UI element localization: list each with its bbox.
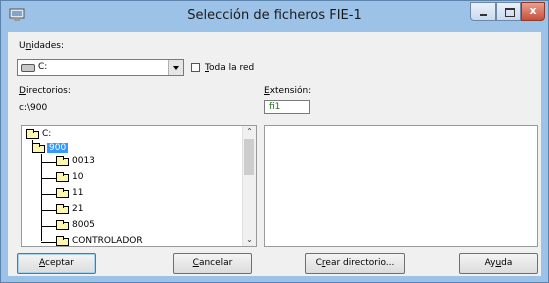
tree-item-folder[interactable]: 0013 [56, 155, 176, 169]
folder-icon [56, 172, 69, 182]
help-button[interactable]: Ayuda [459, 253, 538, 274]
tree-item-selected[interactable]: 900 [32, 142, 152, 156]
tree-item-folder[interactable]: 11 [56, 187, 176, 201]
file-list[interactable] [264, 125, 538, 247]
tree-item-folder[interactable]: 10 [56, 171, 176, 185]
folder-icon [56, 220, 69, 230]
directory-tree[interactable]: C: 900 0013 10 11 21 8005 CONTROLADOR ⌃ … [21, 125, 257, 247]
tree-item-folder[interactable]: 8005 [56, 219, 176, 233]
drive-select[interactable]: C: [17, 59, 184, 76]
folder-icon [26, 129, 39, 139]
folder-icon [56, 204, 69, 214]
tree-item-folder[interactable]: CONTROLADOR [56, 235, 216, 246]
dialog-body: Unidades: C: Toda la red Directorios: c:… [8, 32, 541, 276]
scroll-down-icon[interactable]: ⌄ [243, 234, 256, 246]
folder-icon [56, 188, 69, 198]
window-title: Selección de ficheros FIE-1 [187, 8, 362, 23]
drive-icon [21, 64, 35, 72]
close-icon: x [529, 4, 537, 17]
drives-label: Unidades: [19, 41, 65, 51]
cancel-button[interactable]: Cancelar [173, 253, 252, 274]
dialog-window: Selección de ficheros FIE-1 x Unidades: … [0, 0, 549, 283]
title-bar[interactable]: Selección de ficheros FIE-1 x [1, 1, 548, 31]
create-directory-button[interactable]: Crear directorio... [305, 253, 405, 274]
tree-item-drive[interactable]: C: [26, 128, 146, 142]
maximize-button[interactable] [496, 2, 521, 21]
minimize-icon [480, 14, 487, 16]
drive-dropdown-button[interactable] [168, 60, 183, 75]
extension-label: Extensión: [264, 86, 312, 96]
scrollbar-thumb[interactable] [244, 139, 254, 175]
scroll-up-icon[interactable]: ⌃ [243, 126, 256, 138]
maximize-icon [505, 8, 515, 17]
network-checkbox[interactable] [191, 63, 200, 72]
folder-icon [32, 143, 45, 153]
drive-selected: C: [38, 62, 48, 72]
close-button[interactable]: x [521, 2, 545, 21]
accept-button[interactable]: Aceptar [17, 253, 96, 274]
tree-scrollbar[interactable]: ⌃ ⌄ [242, 126, 256, 246]
folder-icon [56, 236, 69, 246]
current-path: c:\900 [19, 103, 48, 113]
network-label[interactable]: Toda la red [205, 63, 254, 73]
directories-label: Directorios: [19, 86, 71, 96]
minimize-button[interactable] [470, 2, 496, 21]
tree-item-folder[interactable]: 21 [56, 203, 176, 217]
combo-arrow-icon [173, 66, 179, 70]
extension-input[interactable]: fi1 [264, 100, 310, 114]
folder-icon [56, 156, 69, 166]
